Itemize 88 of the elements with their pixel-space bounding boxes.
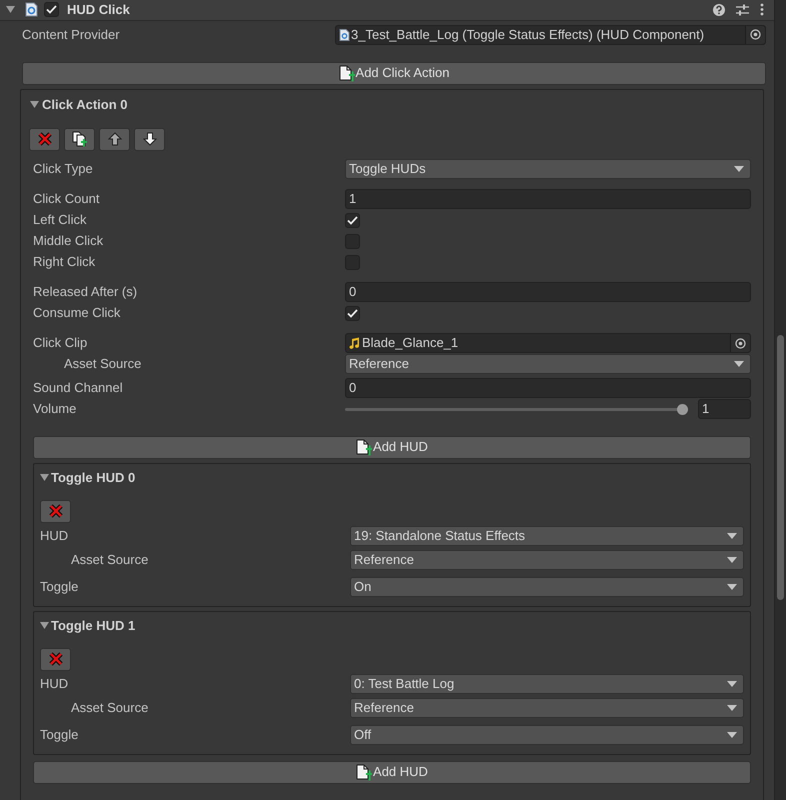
- copy-icon: [72, 131, 88, 147]
- delete-icon: [48, 504, 62, 518]
- field-label: Middle Click: [33, 233, 104, 248]
- checkbox[interactable]: [345, 306, 360, 320]
- field-label: Left Click: [33, 212, 86, 228]
- scrollbar[interactable]: [774, 0, 786, 800]
- section-title[interactable]: Toggle HUD 1: [51, 616, 136, 636]
- number-field[interactable]: 0: [345, 378, 751, 398]
- field-label: Consume Click: [33, 305, 120, 320]
- caret-icon: [727, 705, 737, 711]
- component-title: HUD Click: [67, 1, 130, 19]
- down-arrow-icon: [142, 132, 156, 146]
- checkbox[interactable]: [44, 2, 59, 18]
- field-label: Volume: [33, 401, 76, 416]
- target-icon: [750, 29, 761, 40]
- number-field[interactable]: 1: [345, 189, 751, 209]
- script-icon: [339, 28, 350, 40]
- add-document-icon: [356, 438, 372, 456]
- target-icon: [735, 338, 746, 348]
- expand-triangle-icon[interactable]: [6, 5, 15, 14]
- caret-icon: [734, 361, 744, 367]
- move-down-button[interactable]: [134, 128, 165, 150]
- object-picker-button[interactable]: [745, 26, 765, 44]
- expand-triangle-icon[interactable]: [30, 100, 39, 109]
- number-field[interactable]: 0: [345, 282, 751, 302]
- delete-icon: [48, 652, 62, 666]
- add-document-icon: [356, 764, 372, 780]
- add-button[interactable]: Add Click Action: [22, 62, 766, 84]
- caret-icon: [727, 557, 737, 563]
- scrollbar-thumb[interactable]: [777, 335, 784, 600]
- delete-button[interactable]: [29, 128, 60, 150]
- field-label: Click Clip: [33, 335, 88, 350]
- number-field[interactable]: 1: [698, 399, 751, 419]
- expand-triangle-icon[interactable]: [40, 473, 49, 482]
- dropdown[interactable]: Reference: [350, 698, 744, 718]
- field-label: Click Type: [33, 161, 93, 176]
- up-arrow-icon: [108, 132, 122, 146]
- delete-button[interactable]: [40, 500, 71, 522]
- help-icon[interactable]: [713, 4, 725, 16]
- slider[interactable]: [345, 404, 688, 414]
- dropdown[interactable]: 19: Standalone Status Effects: [350, 526, 744, 546]
- checkbox[interactable]: [345, 212, 360, 228]
- add-document-icon: [338, 64, 355, 82]
- duplicate-button[interactable]: [64, 128, 95, 150]
- section-title[interactable]: Toggle HUD 0: [51, 468, 136, 488]
- caret-icon: [727, 732, 737, 738]
- add-button[interactable]: Add HUD: [33, 436, 751, 458]
- expand-triangle-icon[interactable]: [40, 621, 49, 630]
- field-label: Click Count: [33, 191, 100, 206]
- field-label: HUD: [40, 676, 68, 692]
- caret-icon: [727, 584, 737, 590]
- caret-icon: [727, 533, 737, 539]
- preset-sliders-icon[interactable]: [736, 4, 749, 16]
- field-label: Asset Source: [71, 552, 148, 568]
- slider-thumb[interactable]: [677, 404, 688, 414]
- field-label: Asset Source: [71, 700, 148, 716]
- field-label: Content Provider: [22, 26, 120, 42]
- music-note-icon: [349, 337, 360, 349]
- delete-button[interactable]: [40, 648, 71, 670]
- object-field[interactable]: Blade_Glance_1: [345, 333, 751, 353]
- script-icon: [24, 2, 39, 18]
- checkmark-icon: [347, 308, 358, 318]
- object-name: 3_Test_Battle_Log (Toggle Status Effects) (HUD Component): [351, 26, 704, 44]
- object-name: Blade_Glance_1: [362, 334, 458, 352]
- dropdown[interactable]: Toggle HUDs: [345, 159, 751, 179]
- kebab-menu-icon[interactable]: [760, 3, 764, 16]
- caret-icon: [734, 166, 744, 172]
- field-label: Right Click: [33, 254, 96, 270]
- object-field[interactable]: 3_Test_Battle_Log (Toggle Status Effects) (HUD Component): [335, 24, 766, 44]
- dropdown[interactable]: On: [350, 577, 744, 597]
- dropdown[interactable]: Reference: [350, 550, 744, 570]
- add-button[interactable]: Add HUD: [33, 760, 751, 784]
- field-label: Sound Channel: [33, 380, 123, 396]
- checkmark-icon: [46, 5, 57, 14]
- section-title[interactable]: Click Action 0: [42, 94, 128, 114]
- field-label: Asset Source: [64, 356, 142, 372]
- caret-icon: [727, 681, 737, 687]
- dropdown[interactable]: Reference: [345, 354, 751, 374]
- delete-icon: [38, 132, 52, 146]
- move-up-button[interactable]: [99, 128, 130, 150]
- dropdown[interactable]: Off: [350, 725, 744, 745]
- field-label: Toggle: [40, 727, 78, 742]
- field-label: Toggle: [40, 579, 78, 594]
- field-label: HUD: [40, 528, 68, 544]
- checkmark-icon: [347, 216, 358, 224]
- dropdown[interactable]: 0: Test Battle Log: [350, 674, 744, 694]
- field-label: Released After (s): [33, 284, 138, 300]
- object-picker-button[interactable]: [730, 334, 750, 352]
